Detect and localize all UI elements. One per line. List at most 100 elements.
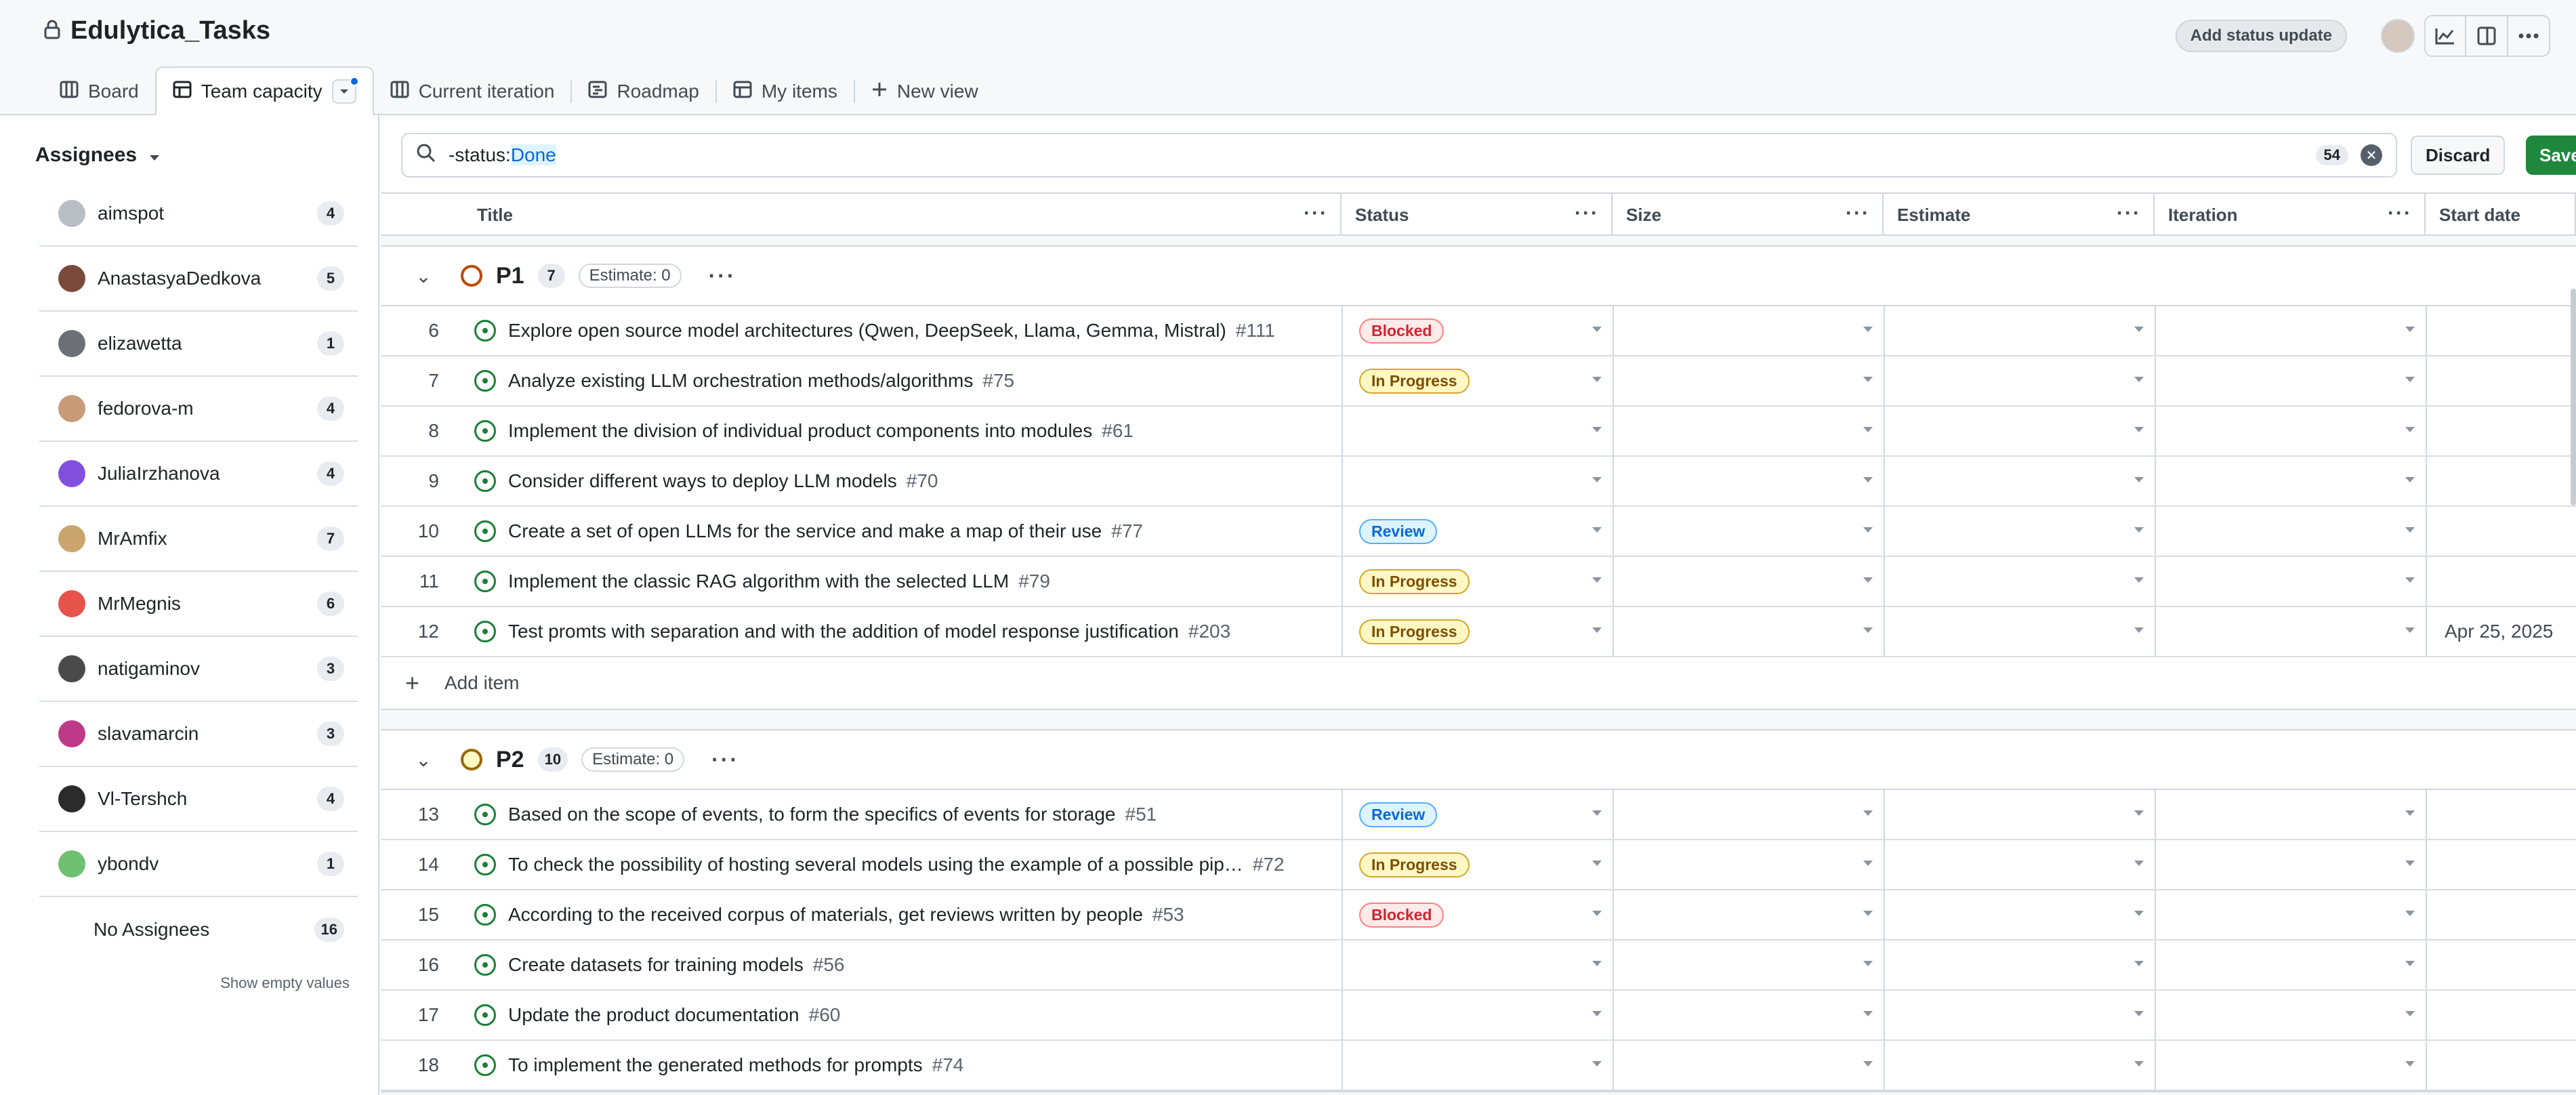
table-row[interactable]: 9 Consider different ways to deploy LLM m…	[381, 457, 2576, 507]
cell-start-date[interactable]	[2426, 507, 2576, 556]
column-header-size[interactable]: Size ···	[1613, 194, 1884, 236]
cell-iteration[interactable]	[2155, 790, 2426, 839]
issue-title[interactable]: Explore open source model architectures …	[508, 320, 1226, 342]
cell-status[interactable]: Review	[1342, 790, 1613, 839]
cell-iteration[interactable]	[2155, 356, 2426, 405]
vertical-scrollbar[interactable]	[2571, 289, 2576, 505]
cell-status[interactable]: In Progress	[1342, 557, 1613, 606]
user-avatar[interactable]	[2381, 19, 2415, 53]
issue-title[interactable]: Implement the classic RAG algorithm with…	[508, 571, 1009, 592]
cell-size[interactable]	[1613, 557, 1884, 606]
column-header-iteration[interactable]: Iteration ···	[2155, 194, 2426, 236]
cell-start-date[interactable]	[2426, 941, 2576, 989]
tab-my-items[interactable]: My items	[717, 68, 854, 115]
column-options-icon[interactable]: ···	[1575, 202, 1599, 225]
cell-size[interactable]	[1613, 507, 1884, 556]
table-row[interactable]: 8 Implement the division of individual pr…	[381, 407, 2576, 457]
tab-team-capacity[interactable]: Team capacity	[154, 66, 374, 117]
cell-estimate[interactable]	[1884, 356, 2155, 405]
cell-estimate[interactable]	[1884, 507, 2155, 556]
assignee-item[interactable]: Vl-Tershch 4	[39, 767, 358, 832]
issue-title[interactable]: To check the possibility of hosting seve…	[508, 854, 1243, 875]
insights-icon[interactable]	[2424, 15, 2466, 57]
cell-estimate[interactable]	[1884, 306, 2155, 355]
group-options-icon[interactable]: ···	[711, 747, 739, 772]
cell-iteration[interactable]	[2155, 607, 2426, 656]
chevron-down-icon[interactable]: ⌄	[413, 265, 434, 287]
cell-start-date[interactable]	[2426, 991, 2576, 1039]
issue-title[interactable]: Consider different ways to deploy LLM mo…	[508, 470, 897, 492]
cell-size[interactable]	[1613, 840, 1884, 889]
tab-current-iteration[interactable]: Current iteration	[374, 68, 571, 115]
issue-title[interactable]: Based on the scope of events, to form th…	[508, 804, 1116, 825]
column-header-estimate[interactable]: Estimate ···	[1884, 194, 2155, 236]
assignee-item[interactable]: natigaminov 3	[39, 637, 358, 702]
cell-start-date[interactable]	[2426, 1041, 2576, 1090]
column-header-status[interactable]: Status ···	[1342, 194, 1613, 236]
tab-new-view[interactable]: New view	[855, 68, 995, 115]
side-panel-icon[interactable]	[2466, 15, 2508, 57]
tab-menu-button[interactable]	[331, 77, 359, 104]
column-options-icon[interactable]: ···	[1304, 202, 1328, 225]
cell-iteration[interactable]	[2155, 557, 2426, 606]
column-options-icon[interactable]: ···	[1846, 202, 1870, 225]
cell-iteration[interactable]	[2155, 507, 2426, 556]
table-row[interactable]: 7 Analyze existing LLM orchestration meth…	[381, 356, 2576, 407]
show-empty-values-link[interactable]: Show empty values	[220, 974, 350, 992]
cell-estimate[interactable]	[1884, 790, 2155, 839]
cell-status[interactable]: Blocked	[1342, 306, 1613, 355]
cell-start-date[interactable]	[2426, 306, 2576, 355]
table-row[interactable]: 12 Test promts with separation and with t…	[381, 607, 2576, 657]
cell-estimate[interactable]	[1884, 890, 2155, 939]
cell-size[interactable]	[1613, 1041, 1884, 1090]
issue-title[interactable]: According to the received corpus of mate…	[508, 904, 1143, 926]
cell-status[interactable]: Blocked	[1342, 890, 1613, 939]
cell-start-date[interactable]	[2426, 356, 2576, 405]
cell-status[interactable]: In Progress	[1342, 607, 1613, 656]
assignee-item[interactable]: slavamarcin 3	[39, 702, 358, 767]
chevron-down-icon[interactable]: ⌄	[413, 749, 434, 771]
table-row[interactable]: 10 Create a set of open LLMs for the serv…	[381, 507, 2576, 557]
cell-start-date[interactable]	[2426, 790, 2576, 839]
cell-iteration[interactable]	[2155, 941, 2426, 989]
add-status-update-button[interactable]: Add status update	[2175, 20, 2347, 52]
cell-iteration[interactable]	[2155, 840, 2426, 889]
tab-roadmap[interactable]: Roadmap	[572, 68, 715, 115]
table-row[interactable]: 16 Create datasets for training models #56	[381, 941, 2576, 991]
cell-status[interactable]: In Progress	[1342, 356, 1613, 405]
filter-input[interactable]: -status:Done 54 ✕	[401, 133, 2397, 178]
cell-start-date[interactable]: Apr 25, 2025	[2426, 607, 2576, 656]
table-row[interactable]: 17 Update the product documentation #60	[381, 991, 2576, 1041]
tab-board[interactable]: Board	[43, 68, 155, 115]
cell-size[interactable]	[1613, 457, 1884, 505]
issue-title[interactable]: Create a set of open LLMs for the servic…	[508, 520, 1102, 542]
cell-iteration[interactable]	[2155, 1041, 2426, 1090]
cell-iteration[interactable]	[2155, 890, 2426, 939]
table-row[interactable]: 15 According to the received corpus of ma…	[381, 890, 2576, 941]
table-row[interactable]: 11 Implement the classic RAG algorithm wi…	[381, 557, 2576, 607]
cell-estimate[interactable]	[1884, 991, 2155, 1039]
cell-estimate[interactable]	[1884, 457, 2155, 505]
more-options-icon[interactable]	[2508, 15, 2550, 57]
cell-status[interactable]	[1342, 457, 1613, 505]
add-item-row[interactable]: + Add item	[381, 657, 2576, 709]
cell-size[interactable]	[1613, 306, 1884, 355]
issue-title[interactable]: Implement the division of individual pro…	[508, 420, 1092, 442]
group-options-icon[interactable]: ···	[709, 264, 736, 289]
assignee-item[interactable]: MrMegnis 6	[39, 572, 358, 637]
column-header-start-date[interactable]: Start date	[2426, 194, 2576, 236]
discard-button[interactable]: Discard	[2411, 136, 2506, 175]
issue-title[interactable]: To implement the generated methods for p…	[508, 1054, 923, 1076]
table-row[interactable]: 18 To implement the generated methods for…	[381, 1041, 2576, 1091]
cell-start-date[interactable]	[2426, 890, 2576, 939]
assignee-item[interactable]: ybondv 1	[39, 832, 358, 897]
cell-iteration[interactable]	[2155, 407, 2426, 455]
cell-size[interactable]	[1613, 407, 1884, 455]
cell-iteration[interactable]	[2155, 991, 2426, 1039]
table-row[interactable]: 6 Explore open source model architectures…	[381, 306, 2576, 356]
cell-size[interactable]	[1613, 991, 1884, 1039]
save-button[interactable]: Save	[2526, 136, 2576, 175]
cell-estimate[interactable]	[1884, 840, 2155, 889]
issue-title[interactable]: Update the product documentation	[508, 1004, 799, 1026]
assignee-item[interactable]: AnastasyaDedkova 5	[39, 247, 358, 312]
